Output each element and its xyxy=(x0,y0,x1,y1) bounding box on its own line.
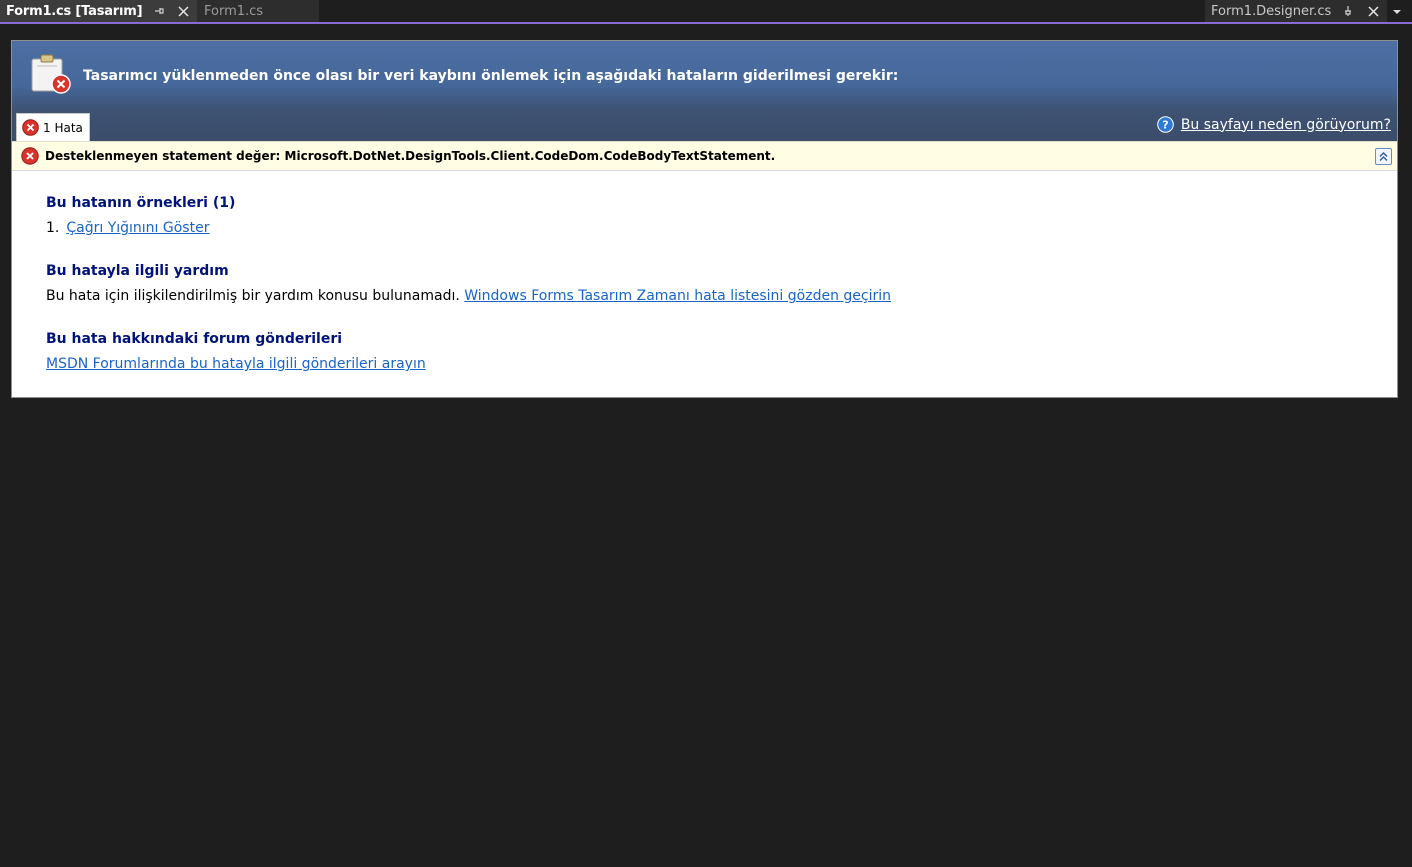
svg-text:?: ? xyxy=(1162,119,1168,132)
tab-list-dropdown-icon[interactable] xyxy=(1389,4,1405,20)
forum-section: Bu hata hakkındaki forum gönderileri MSD… xyxy=(46,329,1346,374)
tab-label: Form1.cs xyxy=(204,3,264,19)
tab-form1-design[interactable]: Form1.cs [Tasarım] xyxy=(0,0,197,22)
pin-icon[interactable] xyxy=(1341,3,1355,19)
help-icon: ? xyxy=(1157,116,1174,133)
clipboard-error-icon xyxy=(30,53,72,95)
error-icon xyxy=(22,119,39,136)
pin-icon[interactable] xyxy=(152,3,166,19)
close-icon[interactable] xyxy=(1365,2,1381,20)
error-message: Desteklenmeyen statement değer: Microsof… xyxy=(45,149,776,163)
design-time-errors-link[interactable]: Windows Forms Tasarım Zamanı hata listes… xyxy=(464,288,891,304)
error-message-bar: Desteklenmeyen statement değer: Microsof… xyxy=(12,141,1397,171)
list-number: 1. xyxy=(46,220,60,236)
error-icon xyxy=(21,147,39,165)
banner-title: Tasarımcı yüklenmeden önce olası bir ver… xyxy=(83,68,899,84)
section-title: Bu hatanın örnekleri (1) xyxy=(46,195,236,211)
section-title: Bu hata hakkındaki forum gönderileri xyxy=(46,331,343,347)
double-chevron-up-icon xyxy=(1379,151,1388,162)
msdn-forum-search-link[interactable]: MSDN Forumlarında bu hatayla ilgili gönd… xyxy=(46,356,426,372)
error-details: Bu hatanın örnekleri (1) 1. Çağrı Yığının… xyxy=(46,193,1346,397)
help-section: Bu hatayla ilgili yardım Bu hata için il… xyxy=(46,261,1346,306)
section-body: Bu hata için ilişkilendirilmiş bir yardı… xyxy=(46,286,1346,306)
instances-section: Bu hatanın örnekleri (1) 1. Çağrı Yığının… xyxy=(46,193,1346,238)
collapse-details-button[interactable] xyxy=(1375,148,1392,165)
tab-error-count[interactable]: 1 Hata xyxy=(16,113,90,141)
tab-label: Form1.Designer.cs xyxy=(1211,3,1332,19)
document-tab-strip: Form1.cs [Tasarım] Form1.cs Form1.Design… xyxy=(0,0,1412,24)
error-tab-label: 1 Hata xyxy=(43,120,83,135)
why-this-page-link[interactable]: ? Bu sayfayı neden görüyorum? xyxy=(1157,116,1391,133)
tab-form1-designer[interactable]: Form1.Designer.cs xyxy=(1205,0,1387,22)
section-body: 1. Çağrı Yığınını Göster xyxy=(46,218,1346,238)
help-link-text: Bu sayfayı neden görüyorum? xyxy=(1180,116,1391,133)
close-icon[interactable] xyxy=(175,2,191,20)
show-call-stack-link[interactable]: Çağrı Yığınını Göster xyxy=(66,220,209,236)
section-body: MSDN Forumlarında bu hatayla ilgili gönd… xyxy=(46,354,1346,374)
help-text: Bu hata için ilişkilendirilmiş bir yardı… xyxy=(46,288,460,304)
tab-label: Form1.cs [Tasarım] xyxy=(6,3,143,19)
tab-form1-code[interactable]: Form1.cs xyxy=(197,0,319,22)
error-banner: Tasarımcı yüklenmeden önce olası bir ver… xyxy=(12,41,1397,141)
section-title: Bu hatayla ilgili yardım xyxy=(46,263,229,279)
designer-error-panel: Tasarımcı yüklenmeden önce olası bir ver… xyxy=(11,40,1398,398)
